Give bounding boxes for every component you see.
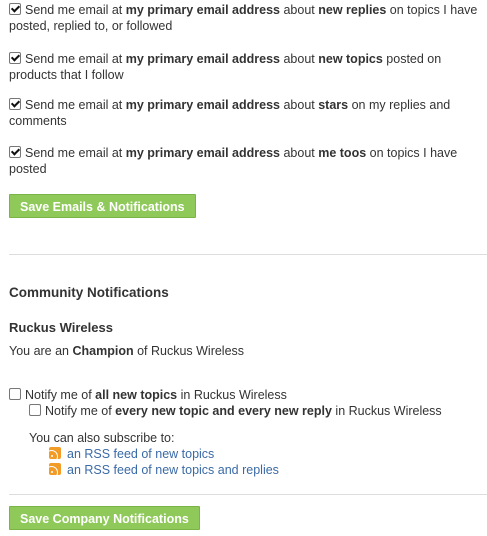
notify-every-topic-reply: Notify me of every new topic and every n… bbox=[29, 403, 442, 419]
save-company-notifications-button[interactable]: Save Company Notifications bbox=[9, 506, 200, 530]
email-pref-new-topics-checkbox[interactable] bbox=[9, 52, 21, 64]
rss-feed-new-topics-link[interactable]: an RSS feed of new topics bbox=[67, 447, 214, 461]
save-emails-button[interactable]: Save Emails & Notifications bbox=[9, 194, 196, 218]
section-divider bbox=[9, 254, 487, 255]
email-pref-new-replies: Send me email at my primary email addres… bbox=[9, 3, 478, 33]
rss-feed-new-topics[interactable]: an RSS feed of new topics bbox=[49, 446, 214, 462]
rss-feed-icon bbox=[49, 463, 61, 475]
company-name: Ruckus Wireless bbox=[9, 320, 113, 335]
section-divider-bottom bbox=[9, 494, 487, 495]
rss-feed-icon bbox=[49, 447, 61, 459]
email-pref-stars-checkbox[interactable] bbox=[9, 98, 21, 110]
email-pref-new-replies-checkbox[interactable] bbox=[9, 3, 21, 15]
notify-all-new-topics: Notify me of all new topics in Ruckus Wi… bbox=[9, 387, 287, 403]
community-notifications-heading: Community Notifications bbox=[9, 285, 169, 300]
email-pref-me-toos-checkbox[interactable] bbox=[9, 146, 21, 158]
email-pref-me-toos: Send me email at my primary email addres… bbox=[9, 146, 458, 176]
rss-feed-new-topics-replies-link[interactable]: an RSS feed of new topics and replies bbox=[67, 463, 279, 477]
role-badge: Champion bbox=[72, 344, 134, 358]
subscribe-label: You can also subscribe to: bbox=[29, 431, 175, 445]
notify-every-topic-reply-checkbox[interactable] bbox=[29, 404, 41, 416]
membership-status: You are an Champion of Ruckus Wireless bbox=[9, 344, 245, 358]
email-pref-new-topics: Send me email at my primary email addres… bbox=[9, 52, 442, 82]
rss-feed-new-topics-replies[interactable]: an RSS feed of new topics and replies bbox=[49, 462, 279, 478]
notify-all-new-topics-checkbox[interactable] bbox=[9, 388, 21, 400]
email-pref-stars: Send me email at my primary email addres… bbox=[9, 98, 451, 128]
